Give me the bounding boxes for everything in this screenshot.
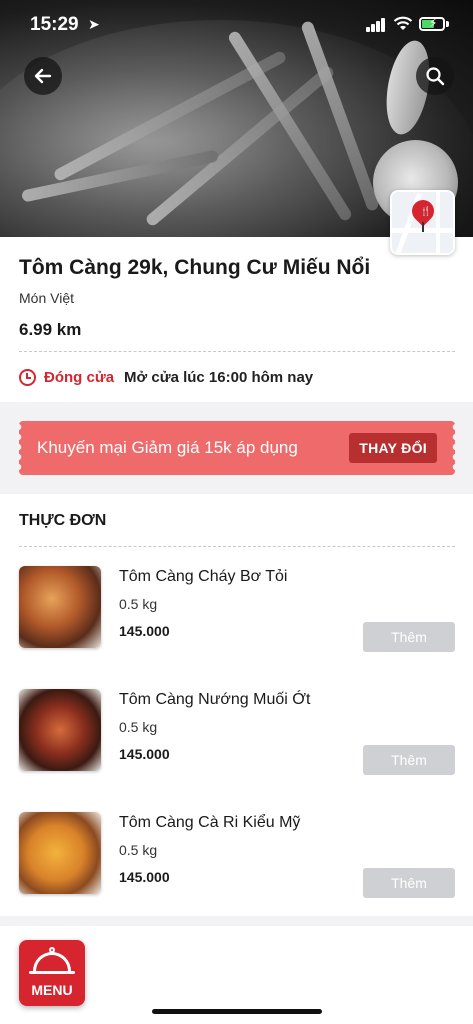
add-item-button[interactable]: Thêm bbox=[363, 622, 455, 652]
restaurant-distance: 6.99 km bbox=[19, 320, 82, 339]
item-name: Tôm Càng Cháy Bơ Tỏi bbox=[119, 568, 288, 585]
fork-knife-icon: 🍴 bbox=[420, 206, 432, 216]
battery-icon: ⚡ bbox=[419, 16, 445, 31]
add-item-button[interactable]: Thêm bbox=[363, 745, 455, 775]
item-price: 145.000 bbox=[119, 623, 170, 639]
item-quantity: 0.5 kg bbox=[119, 719, 158, 735]
item-photo bbox=[19, 812, 101, 894]
cellular-signal-icon bbox=[366, 18, 386, 32]
change-promo-button[interactable]: THAY ĐỔI bbox=[349, 433, 437, 463]
item-name: Tôm Càng Nướng Muối Ớt bbox=[119, 691, 311, 708]
menu-heading: THỰC ĐƠN bbox=[19, 512, 107, 529]
opening-time: Mở cửa lúc 16:00 hôm nay bbox=[124, 368, 314, 386]
wifi-icon bbox=[393, 16, 413, 30]
promo-banner[interactable]: Khuyến mại Giảm giá 15k áp dụng THAY ĐỔI bbox=[18, 421, 455, 475]
menu-button-label: MENU bbox=[31, 982, 73, 998]
section-divider bbox=[0, 916, 473, 926]
map-pin-stem bbox=[422, 222, 424, 232]
item-quantity: 0.5 kg bbox=[119, 842, 158, 858]
restaurant-name: Tôm Càng 29k, Chung Cư Miếu Nổi bbox=[19, 256, 371, 279]
location-arrow-icon: ➤ bbox=[88, 16, 100, 32]
menu-item[interactable]: Tôm Càng Cháy Bơ Tỏi 0.5 kg 145.000 Thêm bbox=[0, 566, 473, 662]
opening-hours: Đóng cửa Mở cửa lúc 16:00 hôm nay bbox=[19, 367, 313, 387]
home-indicator[interactable] bbox=[152, 1009, 322, 1014]
status-bar: 15:29 ➤ ⚡ bbox=[0, 0, 473, 50]
restaurant-cuisine: Món Việt bbox=[19, 290, 74, 306]
clock-icon bbox=[19, 368, 36, 386]
map-road bbox=[436, 192, 440, 253]
menu-button[interactable]: MENU bbox=[19, 940, 85, 1006]
dashed-divider bbox=[19, 351, 455, 352]
menu-item[interactable]: Tôm Càng Cà Ri Kiểu Mỹ 0.5 kg 145.000 Th… bbox=[0, 812, 473, 908]
search-button[interactable] bbox=[416, 57, 454, 95]
item-price: 145.000 bbox=[119, 869, 170, 885]
closed-status: Đóng cửa bbox=[44, 368, 115, 386]
tray-line bbox=[29, 971, 75, 974]
battery-nub bbox=[446, 21, 449, 27]
arrow-left-icon bbox=[34, 68, 52, 84]
back-button[interactable] bbox=[24, 57, 62, 95]
search-icon bbox=[426, 67, 445, 86]
status-time: 15:29 bbox=[30, 14, 79, 35]
add-item-button[interactable]: Thêm bbox=[363, 868, 455, 898]
cloche-icon bbox=[33, 952, 71, 971]
item-price: 145.000 bbox=[119, 746, 170, 762]
dashed-divider bbox=[19, 546, 455, 547]
item-photo bbox=[19, 689, 101, 771]
promo-text: Khuyến mại Giảm giá 15k áp dụng bbox=[37, 438, 298, 457]
menu-item[interactable]: Tôm Càng Nướng Muối Ớt 0.5 kg 145.000 Th… bbox=[0, 689, 473, 785]
item-photo bbox=[19, 566, 101, 648]
map-thumbnail[interactable]: 🍴 bbox=[390, 190, 455, 255]
item-quantity: 0.5 kg bbox=[119, 596, 158, 612]
item-name: Tôm Càng Cà Ri Kiểu Mỹ bbox=[119, 814, 301, 831]
